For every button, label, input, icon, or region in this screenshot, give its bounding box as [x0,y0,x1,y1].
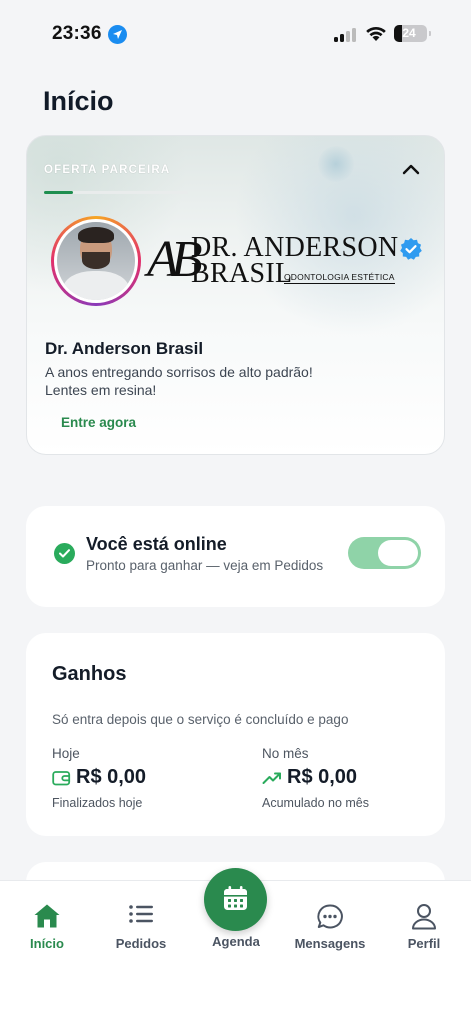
battery-icon: 24 [394,25,427,42]
logo-line-2: BRASIL [191,258,293,289]
earnings-month-caption: Acumulado no mês [262,796,370,810]
toggle-knob [378,540,418,566]
earnings-today-value: R$ 0,00 [76,766,147,788]
online-toggle[interactable] [348,537,421,569]
earnings-month-label: No mês [262,746,309,761]
nav-item-schedule[interactable] [204,868,267,931]
partner-photo [57,222,135,300]
nav-label-schedule: Agenda [212,934,260,949]
earnings-card: Ganhos Só entra depois que o serviço é c… [26,633,445,836]
nav-label-profile: Perfil [407,936,441,951]
partner-avatar[interactable] [51,216,141,306]
list-icon [129,905,153,923]
online-title: Você está online [86,534,227,554]
home-icon [34,904,60,928]
check-circle-icon [54,543,75,564]
status-time: 23:36 [52,23,102,44]
partner-name: Dr. Anderson Brasil [45,339,204,358]
wallet-icon [52,770,71,785]
carousel-progress [44,191,188,194]
earnings-today-label: Hoje [52,746,80,761]
battery-level: 24 [402,26,416,40]
carousel-progress-fill [44,191,73,194]
partner-logo: AB DR. ANDERSON BRASIL ODONTOLOGIA ESTÉT… [147,228,427,290]
verified-badge-icon [400,238,422,260]
earnings-month: No mês R$ 0,00 Acumulado no mês [262,746,369,810]
user-icon [412,904,436,930]
logo-monogram: AB [147,231,202,288]
nav-label-messages: Mensagens [294,936,366,951]
status-bar: 23:36 24 [0,0,471,64]
partner-description: A anos entregando sorrisos de alto padrã… [45,364,313,398]
earnings-today-caption: Finalizados hoje [52,796,143,810]
earnings-note: Só entra depois que o serviço é concluíd… [52,712,349,727]
online-status-card: Você está online Pronto para ganhar — ve… [26,506,445,607]
earnings-month-value: R$ 0,00 [287,766,358,788]
logo-subtitle: ODONTOLOGIA ESTÉTICA [284,272,395,284]
partner-offer-card[interactable]: OFERTA PARCEIRA AB DR. ANDERSON BRASIL O… [26,135,445,455]
chat-icon [317,904,343,929]
earnings-today: Hoje R$ 0,00 Finalizados hoje [52,746,146,810]
trending-up-icon [262,772,281,784]
online-subtitle: Pronto para ganhar — veja em Pedidos [86,558,324,573]
calendar-icon [224,886,247,910]
enter-now-link[interactable]: Entre agora [61,415,136,430]
nav-label-orders: Pedidos [115,936,167,951]
bottom-navigation: Início Pedidos Agenda Mensagens Perfil [0,868,471,1024]
location-arrow-icon [108,25,127,44]
cellular-signal-icon [334,28,358,42]
chevron-up-icon[interactable] [402,163,420,175]
page-title: Início [43,86,114,116]
wifi-icon [366,26,386,41]
nav-label-home: Início [30,936,64,951]
earnings-title: Ganhos [52,663,127,685]
offer-tag: OFERTA PARCEIRA [44,164,171,176]
